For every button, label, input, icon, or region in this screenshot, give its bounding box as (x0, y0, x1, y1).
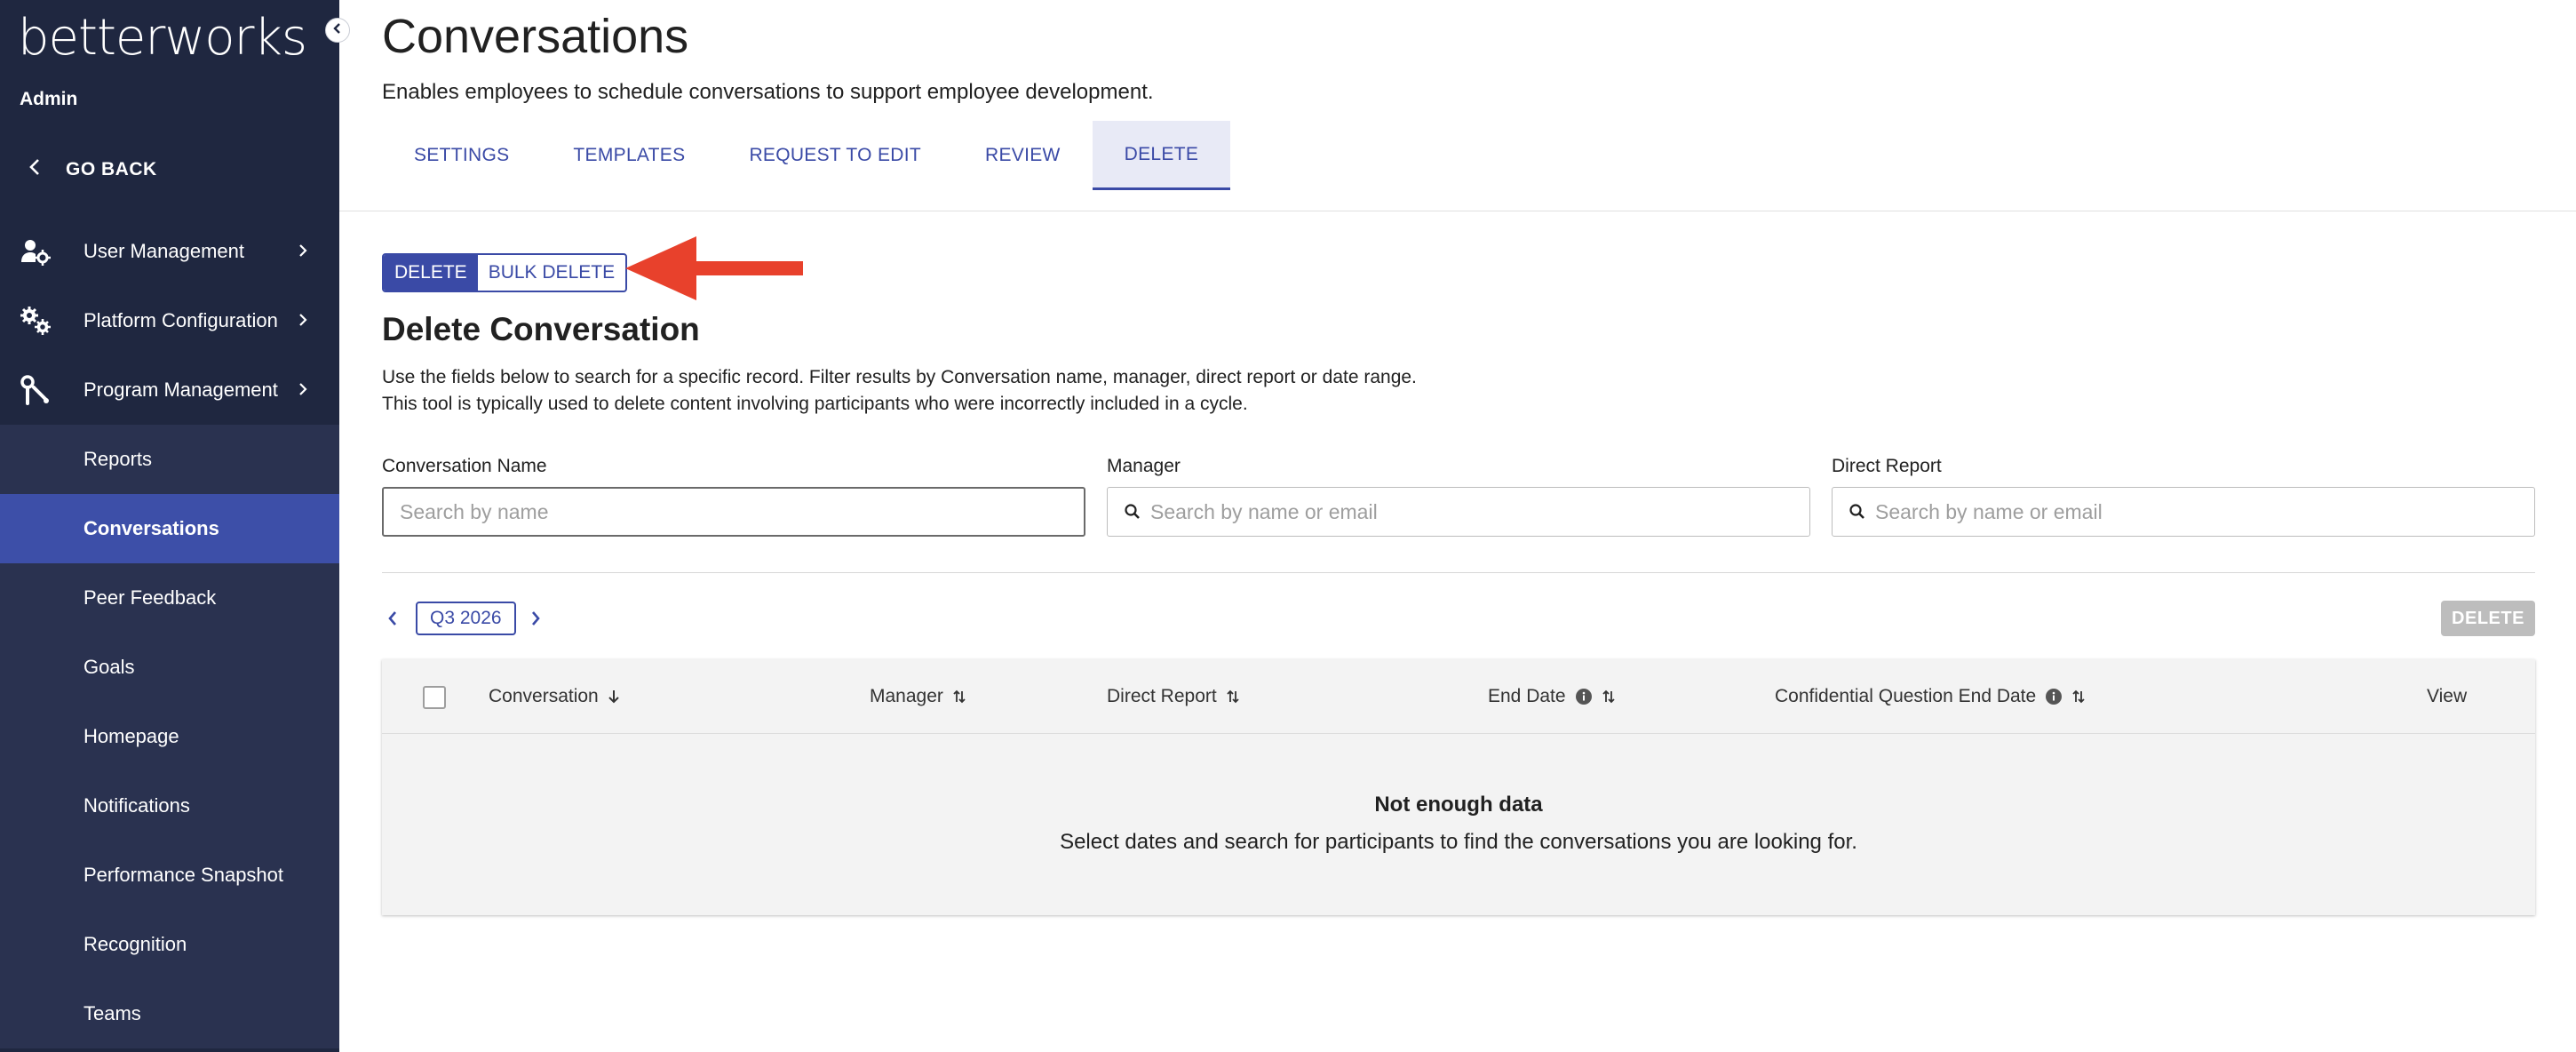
conversation-name-input[interactable]: Search by name (382, 487, 1085, 537)
direct-report-placeholder: Search by name or email (1875, 499, 2103, 523)
info-icon[interactable] (1575, 688, 1593, 705)
column-label: End Date (1488, 686, 1566, 706)
period-navigator: Q3 2026 (382, 601, 546, 636)
chevron-right-icon (298, 240, 307, 263)
chevron-left-icon (28, 158, 41, 181)
sidebar-item-platform-configuration[interactable]: Platform Configuration (0, 286, 339, 355)
direct-report-search-input[interactable]: Search by name or email (1832, 487, 2535, 537)
chevron-left-icon (332, 22, 343, 39)
go-back-label: GO BACK (66, 159, 157, 179)
column-manager[interactable]: Manager (870, 659, 966, 734)
betterworks-logo[interactable]: betterworks (18, 7, 307, 69)
column-end-date[interactable]: End Date (1488, 659, 1616, 734)
info-icon[interactable] (2045, 688, 2063, 705)
tab-request-to-edit[interactable]: REQUEST TO EDIT (717, 121, 953, 190)
conversation-name-placeholder: Search by name (400, 499, 549, 523)
sidebar-item-performance-snapshot[interactable]: Performance Snapshot (0, 841, 339, 910)
main-content: Conversations Enables employees to sched… (339, 0, 2576, 1052)
section-description: Use the fields below to search for a spe… (382, 367, 1417, 414)
tools-icon (20, 374, 52, 406)
direct-report-label: Direct Report (1832, 456, 1942, 476)
column-label: Direct Report (1107, 686, 1217, 706)
next-period-button[interactable] (525, 607, 546, 630)
sort-icon (1226, 689, 1240, 705)
sidebar-item-reports[interactable]: Reports (0, 425, 339, 494)
gears-icon (20, 305, 52, 337)
sidebar-item-notifications[interactable]: Notifications (0, 771, 339, 841)
sidebar-item-conversations[interactable]: Conversations (0, 494, 339, 563)
sidebar-item-label: Goals (83, 656, 135, 678)
sidebar-item-label: User Management (83, 240, 244, 262)
sidebar-item-recognition[interactable]: Recognition (0, 910, 339, 979)
toggle-bulk-delete[interactable]: BULK DELETE (478, 255, 625, 291)
column-label: Manager (870, 686, 943, 706)
chevron-right-icon (298, 309, 307, 332)
search-icon (1849, 503, 1866, 521)
column-label: View (2427, 686, 2468, 706)
period-selector[interactable]: Q3 2026 (416, 602, 516, 635)
column-view: View (2427, 659, 2467, 734)
sidebar-item-peer-feedback[interactable]: Peer Feedback (0, 563, 339, 633)
sidebar-item-goals[interactable]: Goals (0, 633, 339, 702)
column-label: Confidential Question End Date (1775, 686, 2037, 706)
previous-period-button[interactable] (382, 607, 403, 630)
delete-mode-toggle: DELETE BULK DELETE (382, 253, 628, 292)
delete-button[interactable]: DELETE (2441, 601, 2535, 636)
column-conversation[interactable]: Conversation (489, 659, 620, 734)
user-gear-icon (20, 235, 52, 267)
filter-divider (382, 572, 2535, 573)
manager-label: Manager (1107, 456, 1181, 476)
tab-templates[interactable]: TEMPLATES (541, 121, 717, 190)
search-icon (1124, 503, 1141, 521)
select-all-checkbox[interactable] (423, 686, 446, 709)
manager-placeholder: Search by name or email (1150, 499, 1378, 523)
sort-icon (952, 689, 966, 705)
sort-icon (2071, 689, 2086, 705)
table-header: Conversation Manager Direct Report End D… (382, 659, 2535, 734)
sidebar-item-label: Homepage (83, 725, 179, 747)
page-subtitle: Enables employees to schedule conversati… (382, 80, 1154, 104)
sidebar-item-label: Notifications (83, 794, 190, 817)
column-label: Conversation (489, 686, 599, 706)
sidebar: betterworks Admin GO BACK User Managemen… (0, 0, 339, 1052)
sidebar-item-label: Teams (83, 1002, 141, 1024)
sidebar-item-label: Performance Snapshot (83, 864, 284, 886)
tab-bar: SETTINGS TEMPLATES REQUEST TO EDIT REVIE… (382, 121, 1231, 190)
conversations-table: Conversation Manager Direct Report End D… (382, 659, 2535, 915)
manager-search-input[interactable]: Search by name or email (1107, 487, 1810, 537)
column-direct-report[interactable]: Direct Report (1107, 659, 1240, 734)
sidebar-item-homepage[interactable]: Homepage (0, 702, 339, 771)
sort-icon (1602, 689, 1616, 705)
go-back-link[interactable]: GO BACK (0, 151, 339, 188)
tab-delete[interactable]: DELETE (1092, 121, 1231, 190)
sidebar-item-label: Peer Feedback (83, 586, 217, 609)
collapse-sidebar-button[interactable] (325, 18, 350, 43)
sidebar-item-label: Conversations (83, 517, 219, 539)
sidebar-item-program-management[interactable]: Program Management (0, 355, 339, 425)
conversation-name-label: Conversation Name (382, 456, 547, 476)
tab-review[interactable]: REVIEW (953, 121, 1093, 190)
sidebar-item-label: Recognition (83, 933, 187, 955)
chevron-right-icon (298, 379, 307, 402)
sidebar-item-user-management[interactable]: User Management (0, 217, 339, 286)
sidebar-item-teams[interactable]: Teams (0, 979, 339, 1048)
empty-state-title: Not enough data (1374, 793, 1543, 817)
toggle-delete[interactable]: DELETE (384, 255, 478, 291)
admin-section-label: Admin (20, 89, 78, 109)
annotation-arrow-icon (625, 236, 803, 300)
sort-desc-icon (608, 689, 620, 705)
sidebar-item-label: Platform Configuration (83, 309, 278, 331)
section-title: Delete Conversation (382, 311, 700, 347)
tab-settings[interactable]: SETTINGS (382, 121, 541, 190)
page-title: Conversations (382, 10, 689, 63)
column-confidential-question-end-date[interactable]: Confidential Question End Date (1775, 659, 2086, 734)
empty-state-message: Select dates and search for participants… (1060, 830, 1857, 854)
sidebar-item-label: Reports (83, 448, 153, 470)
sidebar-item-label: Program Management (83, 379, 278, 401)
